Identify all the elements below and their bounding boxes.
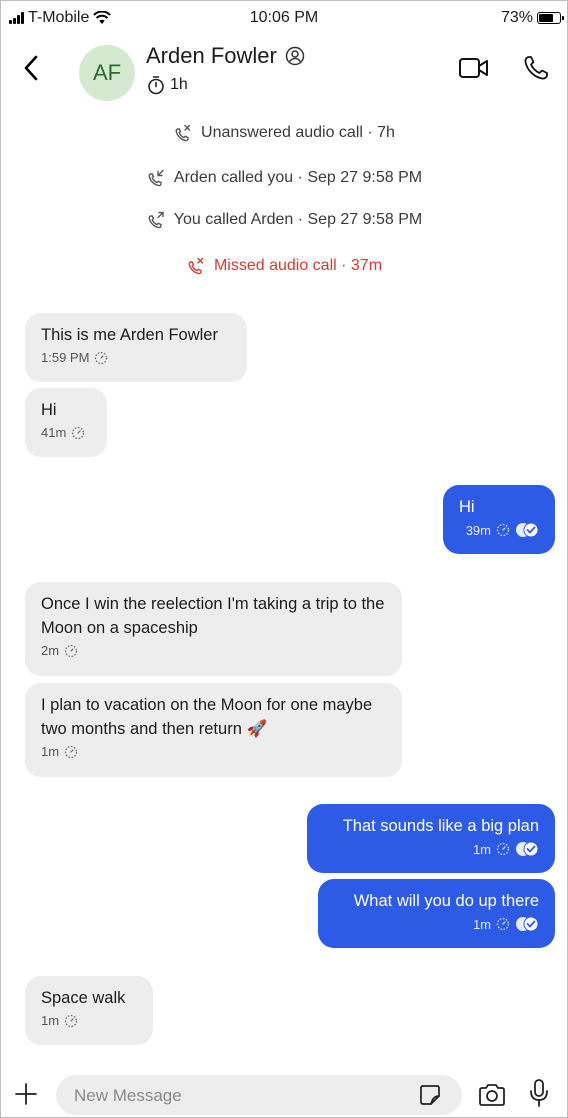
avatar[interactable]: AF — [79, 45, 135, 101]
disappearing-timer-icon — [496, 523, 510, 537]
video-call-icon — [459, 58, 488, 78]
message-time: 1m — [472, 916, 491, 932]
call-log-entry: You called Arden · Sep 27 9:58 PM — [1, 210, 567, 230]
message-time: 41m — [41, 425, 67, 440]
message-text: Hi — [41, 401, 57, 419]
disappearing-timer-icon — [496, 842, 510, 856]
outgoing-call-icon — [148, 211, 164, 229]
message-input-container — [56, 1075, 462, 1117]
message-outgoing[interactable]: Hi 39m — [443, 485, 555, 554]
plus-icon — [15, 1083, 37, 1105]
status-bar: T-Mobile 10:06 PM 73% — [1, 1, 567, 31]
read-receipt-icon — [516, 841, 539, 857]
timer-icon — [148, 76, 164, 95]
battery-percent: 73% — [500, 9, 533, 26]
incoming-call-icon — [148, 169, 164, 187]
message-text: That sounds like a big plan — [342, 817, 539, 835]
disappearing-timer-icon — [496, 917, 510, 931]
attach-button[interactable] — [11, 1077, 41, 1111]
microphone-icon — [530, 1079, 548, 1107]
person-circle-icon — [285, 46, 305, 66]
contact-name-text: Arden Fowler — [146, 43, 277, 68]
conversation-screen: T-Mobile 10:06 PM 73% AF Arden Fowler 1h… — [0, 0, 568, 1118]
message-text: Hi — [459, 498, 475, 516]
avatar-initials: AF — [92, 60, 122, 85]
call-log-text: You called Arden · Sep 27 9:58 PM — [173, 211, 423, 228]
disappearing-timer-icon — [64, 745, 78, 758]
message-time: 2m — [41, 643, 60, 658]
message-incoming[interactable]: This is me Arden Fowler 1:59 PM — [25, 313, 247, 382]
call-log-entry: Unanswered audio call · 7h — [1, 123, 567, 143]
back-button[interactable] — [19, 51, 43, 85]
phone-icon — [524, 56, 548, 80]
timer-value: 1h — [170, 76, 188, 93]
disappearing-timer-icon — [64, 1014, 78, 1027]
message-time: 1m — [41, 1013, 60, 1028]
message-text: Once I win the reelection I'm taking a t… — [41, 595, 385, 637]
disappearing-timer[interactable]: 1h — [147, 75, 188, 95]
message-time: 1:59 PM — [41, 350, 90, 365]
sticker-button[interactable] — [416, 1081, 444, 1109]
missed-call-icon — [175, 124, 191, 142]
contact-name[interactable]: Arden Fowler — [146, 43, 305, 69]
message-incoming[interactable]: I plan to vacation on the Moon for one m… — [25, 683, 402, 777]
message-input[interactable] — [72, 1075, 406, 1117]
disappearing-timer-icon — [72, 426, 85, 439]
message-text: This is me Arden Fowler — [41, 326, 218, 344]
call-log-entry-missed: Missed audio call · 37m — [1, 256, 567, 276]
chevron-left-icon — [24, 55, 38, 81]
audio-call-button[interactable] — [519, 53, 553, 83]
battery-icon — [537, 12, 564, 24]
microphone-button[interactable] — [525, 1075, 553, 1111]
read-receipt-icon — [516, 916, 539, 932]
disappearing-timer-icon — [95, 351, 108, 364]
camera-icon — [479, 1084, 505, 1106]
message-time: 1m — [41, 744, 60, 759]
message-composer — [1, 1071, 567, 1117]
message-time: 1m — [472, 841, 491, 857]
message-time: 39m — [465, 522, 491, 538]
call-log-text: Missed audio call · 37m — [213, 257, 383, 274]
missed-call-icon — [188, 257, 204, 275]
conversation-header: AF Arden Fowler 1h — [1, 31, 567, 107]
status-time: 10:06 PM — [249, 9, 319, 26]
camera-button[interactable] — [475, 1079, 509, 1111]
message-outgoing[interactable]: What will you do up there 1m — [318, 879, 555, 948]
message-text: What will you do up there — [353, 892, 539, 910]
disappearing-timer-icon — [64, 644, 78, 657]
message-outgoing[interactable]: That sounds like a big plan 1m — [307, 804, 555, 873]
call-log-text: Arden called you · Sep 27 9:58 PM — [173, 169, 423, 186]
call-log-entry: Arden called you · Sep 27 9:58 PM — [1, 168, 567, 188]
read-receipt-icon — [516, 522, 539, 538]
message-text: Space walk — [41, 989, 126, 1007]
message-incoming[interactable]: Hi 41m — [25, 388, 107, 457]
message-incoming[interactable]: Space walk 1m — [25, 976, 153, 1045]
call-log-text: Unanswered audio call · 7h — [201, 124, 395, 141]
sticker-icon — [420, 1085, 440, 1105]
video-call-button[interactable] — [457, 53, 491, 83]
message-incoming[interactable]: Once I win the reelection I'm taking a t… — [25, 582, 402, 676]
message-text: I plan to vacation on the Moon for one m… — [41, 696, 373, 738]
